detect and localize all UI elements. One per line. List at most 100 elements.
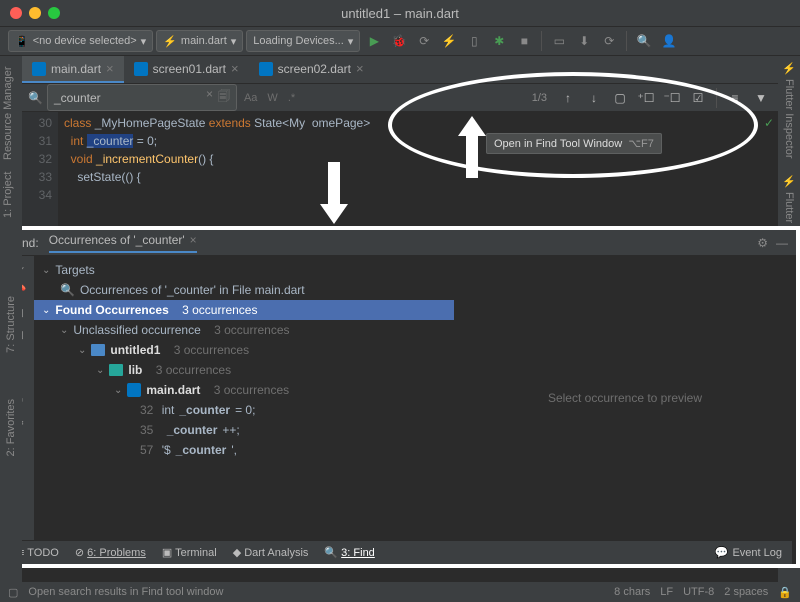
clear-icon[interactable]: ×	[206, 87, 213, 108]
tab-dart-analysis[interactable]: ◆ Dart Analysis	[233, 546, 309, 559]
find-results-tab[interactable]: Occurrences of '_counter' ×	[49, 233, 197, 253]
search-button[interactable]: 🔍	[633, 30, 655, 52]
words-toggle[interactable]: W	[264, 92, 280, 104]
window-title: untitled1 – main.dart	[341, 6, 459, 21]
tab-flutter-inspector[interactable]: ⚡Flutter Inspector	[782, 56, 797, 165]
inspection-ok-icon: ✓	[764, 116, 774, 130]
tree-occurrence[interactable]: 35 _counter++;	[34, 420, 454, 440]
avd-button[interactable]: ▭	[548, 30, 570, 52]
match-count: 1/3	[532, 92, 547, 104]
lock-icon[interactable]: 🔒	[778, 586, 792, 599]
tab-problems[interactable]: ⊘ 6: Problems	[75, 546, 146, 559]
tab-resource-manager[interactable]: Resource Manager	[2, 66, 20, 160]
tooltip: Open in Find Tool Window ⌥F7	[486, 133, 662, 154]
attach-button[interactable]: ▯	[463, 30, 485, 52]
titlebar: untitled1 – main.dart	[0, 0, 800, 26]
settings-icon[interactable]: ≡	[724, 87, 746, 109]
search-icon: 🔍	[28, 91, 43, 105]
close-icon[interactable]: ×	[231, 61, 239, 76]
left-toolwindow-bar-lower: 7: Structure 2: Favorites	[0, 226, 22, 582]
find-toolwindow: Find: Occurrences of '_counter' × ⚙ — ⟳ …	[0, 226, 800, 568]
dart-icon	[127, 383, 141, 397]
sync-button[interactable]: ⟳	[598, 30, 620, 52]
left-toolwindow-bar: 1: Project Resource Manager	[0, 56, 22, 226]
run-button[interactable]: ▶	[363, 30, 385, 52]
editor-tab-screen02[interactable]: screen02.dart ×	[249, 56, 374, 83]
find-toolwindow-header: Find: Occurrences of '_counter' × ⚙ —	[4, 230, 796, 256]
phone-icon: 📱	[15, 35, 29, 48]
status-lf[interactable]: LF	[660, 586, 673, 599]
close-icon[interactable]: ×	[356, 61, 364, 76]
folder-icon	[109, 364, 123, 376]
find-input[interactable]: _counter ×🗐	[47, 84, 237, 111]
chevron-down-icon: ▾	[231, 35, 237, 48]
status-chars: 8 chars	[614, 586, 650, 599]
tree-occurrence[interactable]: 57 '$_counter',	[34, 440, 454, 460]
run-config-selector[interactable]: ⚡ main.dart ▾	[156, 30, 243, 52]
statusbar: ▢ Open search results in Find tool windo…	[0, 582, 800, 602]
device-selector[interactable]: 📱 <no device selected> ▾	[8, 30, 153, 52]
close-icon[interactable]: ×	[190, 233, 197, 247]
tab-structure[interactable]: 7: Structure	[4, 292, 18, 357]
close-icon[interactable]: ×	[106, 61, 114, 76]
tree-project[interactable]: ⌄untitled1 3 occurrences	[34, 340, 454, 360]
regex-toggle[interactable]: .*	[285, 92, 298, 104]
main-toolbar: 📱 <no device selected> ▾ ⚡ main.dart ▾ L…	[0, 26, 800, 56]
gutter: 30 31 32 33 34	[22, 112, 58, 226]
chevron-down-icon: ▾	[348, 35, 354, 48]
editor-tab-screen01[interactable]: screen01.dart ×	[124, 56, 249, 83]
window-close[interactable]	[10, 7, 22, 19]
tree-unclassified[interactable]: ⌄Unclassified occurrence 3 occurrences	[34, 320, 454, 340]
flutter-icon: ⚡	[163, 35, 177, 48]
dart-icon	[134, 62, 148, 76]
editor-tab-main[interactable]: main.dart ×	[22, 56, 124, 83]
tab-terminal[interactable]: ▣ Terminal	[162, 546, 217, 559]
hide-icon[interactable]: —	[776, 236, 788, 250]
tree-found[interactable]: ⌄Found Occurrences 3 occurrences	[34, 300, 454, 320]
prev-match-button[interactable]: ↑	[557, 87, 579, 109]
tree-file[interactable]: ⌄main.dart 3 occurrences	[34, 380, 454, 400]
next-match-button[interactable]: ↓	[583, 87, 605, 109]
profile-button[interactable]: ⟳	[413, 30, 435, 52]
gear-icon[interactable]: ⚙	[757, 236, 768, 250]
project-icon	[91, 344, 105, 356]
flutter-attach-button[interactable]: ✱	[488, 30, 510, 52]
match-case-toggle[interactable]: Aa	[241, 92, 260, 104]
add-selection-button[interactable]: ⁺☐	[635, 87, 657, 109]
find-tree[interactable]: ⌄Targets 🔍 Occurrences of '_counter' in …	[34, 256, 454, 540]
tree-occurrence[interactable]: 32 int _counter = 0;	[34, 400, 454, 420]
tab-find[interactable]: 🔍 3: Find	[324, 546, 374, 559]
status-message: Open search results in Find tool window	[28, 586, 223, 598]
stop-button[interactable]: ■	[513, 30, 535, 52]
code-area[interactable]: class _MyHomePageState extends State<My …	[58, 112, 778, 226]
find-preview: Select occurrence to preview	[454, 256, 796, 540]
dart-icon	[259, 62, 273, 76]
tab-project[interactable]: 1: Project	[2, 172, 20, 218]
open-find-window-button[interactable]: ▢	[609, 87, 631, 109]
select-all-button[interactable]: ☑	[687, 87, 709, 109]
editor-tabs: main.dart × screen01.dart × screen02.dar…	[22, 56, 778, 84]
tree-targets[interactable]: ⌄Targets	[34, 260, 454, 280]
status-indent[interactable]: 2 spaces	[724, 586, 768, 599]
tab-todo[interactable]: ≡ TODO	[18, 547, 59, 559]
bottom-panel-tabs: ≡ TODO ⊘ 6: Problems ▣ Terminal ◆ Dart A…	[8, 540, 792, 564]
filter-icon[interactable]: ▼	[750, 87, 772, 109]
tab-favorites[interactable]: 2: Favorites	[4, 395, 18, 460]
toolwindow-toggle-icon[interactable]: ▢	[8, 586, 18, 599]
status-encoding[interactable]: UTF-8	[683, 586, 714, 599]
tree-lib[interactable]: ⌄lib 3 occurrences	[34, 360, 454, 380]
tab-event-log[interactable]: 💬 Event Log	[715, 546, 782, 559]
window-minimize[interactable]	[29, 7, 41, 19]
code-editor[interactable]: 30 31 32 33 34 class _MyHomePageState ex…	[22, 112, 778, 226]
tree-query[interactable]: 🔍 Occurrences of '_counter' in File main…	[34, 280, 454, 300]
history-icon[interactable]: 🗐	[218, 87, 230, 108]
find-bar: 🔍 _counter ×🗐 Aa W .* 1/3 ↑ ↓ ▢ ⁺☐ ⁻☐ ☑ …	[22, 84, 778, 112]
flash-button[interactable]: ⚡	[438, 30, 460, 52]
debug-button[interactable]: 🐞	[388, 30, 410, 52]
remove-selection-button[interactable]: ⁻☐	[661, 87, 683, 109]
avatar-icon[interactable]: 👤	[658, 30, 680, 52]
sdk-button[interactable]: ⬇	[573, 30, 595, 52]
chevron-down-icon: ▾	[141, 35, 147, 48]
loading-devices[interactable]: Loading Devices... ▾	[246, 30, 360, 52]
window-maximize[interactable]	[48, 7, 60, 19]
